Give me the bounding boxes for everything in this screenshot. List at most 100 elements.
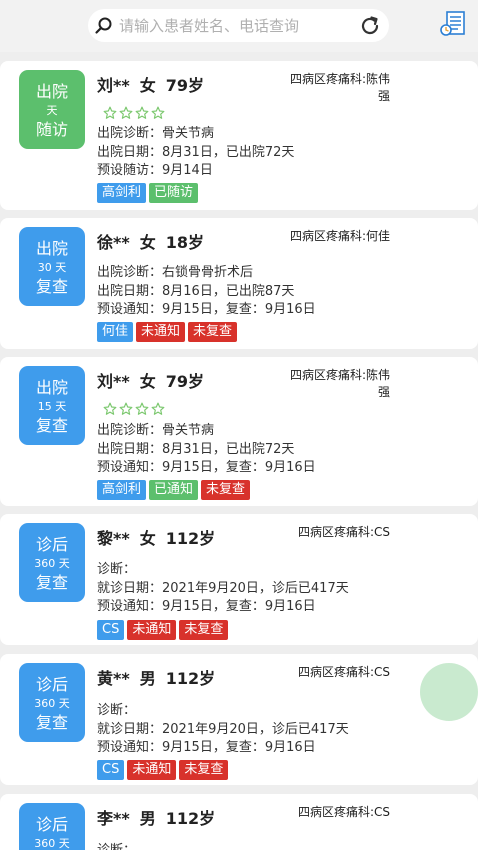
floating-action-button[interactable] <box>420 663 478 721</box>
recheck-status-tag[interactable]: 未复查 <box>188 322 238 342</box>
department-doctor: 四病区疼痛科:CS <box>297 805 390 819</box>
rating-stars[interactable] <box>103 401 167 417</box>
star-outline-icon[interactable] <box>135 402 149 416</box>
diagnosis-line: 诊断： <box>97 842 136 850</box>
badge-days: 360 天 <box>34 837 70 850</box>
doctor-tag[interactable]: 高剑利 <box>97 183 147 203</box>
patient-name: 刘** <box>97 372 130 391</box>
search-bar <box>88 9 389 42</box>
doctor-tag[interactable]: 何佳 <box>97 322 134 342</box>
star-outline-icon[interactable] <box>119 106 133 120</box>
tag-row: CS 未通知 未复查 <box>97 618 231 640</box>
diagnosis-line: 出院诊断：骨关节病 <box>97 126 215 141</box>
badge-type: 诊后 <box>35 535 68 554</box>
tag-row: 高剑利 已随访 <box>97 181 201 203</box>
doctor-tag[interactable]: CS <box>97 760 125 780</box>
patient-age: 18岁 <box>165 233 205 252</box>
patient-card[interactable]: 出院 15 天 复查 刘** 女 79岁 四病区疼痛科:陈伟强 出院诊断：骨关节病 … <box>0 357 478 506</box>
patient-info: 徐** 女 18岁 <box>97 232 214 254</box>
search-input[interactable] <box>119 13 344 38</box>
patient-card[interactable]: 出院 30 天 复查 徐** 女 18岁 四病区疼痛科:何佳 出院诊断：右锁骨骨折术… <box>0 218 478 349</box>
doctor-tag[interactable]: 高剑利 <box>97 480 147 500</box>
patient-info: 刘** 女 79岁 <box>97 371 214 393</box>
followup-badge: 出院 天 随访 <box>19 70 85 149</box>
badge-days: 30 天 <box>37 261 67 274</box>
patient-card[interactable]: 诊后 360 天 复查 李** 男 112岁 四病区疼痛科:CS 诊断： <box>0 794 478 850</box>
tag-row: 何佳 未通知 未复查 <box>97 320 240 342</box>
badge-type: 出院 <box>35 239 68 258</box>
department-doctor: 四病区疼痛科:CS <box>297 525 390 539</box>
patient-age: 112岁 <box>165 809 216 828</box>
tag-row: 高剑利 已通知 未复查 <box>97 478 253 500</box>
tag-row: CS 未通知 未复查 <box>97 758 231 780</box>
patient-age: 112岁 <box>165 669 216 688</box>
followup-badge: 诊后 360 天 复查 <box>19 803 85 850</box>
notify-status-tag[interactable]: 未通知 <box>136 322 186 342</box>
diagnosis-line: 出院诊断：骨关节病 <box>97 423 215 438</box>
star-outline-icon[interactable] <box>103 106 117 120</box>
doctor-tag[interactable]: CS <box>97 620 125 640</box>
schedule-line: 预设通知：9月15日，复查：9月16日 <box>97 302 316 317</box>
recheck-status-tag[interactable]: 未复查 <box>201 480 251 500</box>
badge-action: 复查 <box>35 277 68 296</box>
patient-card[interactable]: 诊后 360 天 复查 黎** 女 112岁 四病区疼痛科:CS 诊断： 就诊日期：… <box>0 514 478 645</box>
patient-gender: 女 <box>139 233 156 252</box>
patient-info: 李** 男 112岁 <box>97 808 225 830</box>
refresh-icon[interactable] <box>358 14 382 38</box>
star-outline-icon[interactable] <box>135 106 149 120</box>
report-icon[interactable] <box>438 10 466 40</box>
patient-gender: 男 <box>139 669 156 688</box>
date-line: 就诊日期：2021年9月20日，诊后已417天 <box>97 722 349 737</box>
search-icon[interactable] <box>94 16 114 36</box>
star-outline-icon[interactable] <box>151 106 165 120</box>
badge-days: 天 <box>46 104 58 117</box>
notify-status-tag[interactable]: 未通知 <box>127 760 177 780</box>
patient-gender: 女 <box>139 76 156 95</box>
badge-days: 360 天 <box>34 697 70 710</box>
notify-status-tag[interactable]: 未通知 <box>127 620 177 640</box>
date-line: 出院日期：8月16日，已出院87天 <box>97 284 295 299</box>
followup-badge: 诊后 360 天 复查 <box>19 663 85 742</box>
patient-info: 刘** 女 79岁 <box>97 75 214 97</box>
recheck-status-tag[interactable]: 未复查 <box>179 620 229 640</box>
notify-status-tag[interactable]: 已通知 <box>149 480 199 500</box>
patient-gender: 女 <box>139 529 156 548</box>
schedule-line: 预设通知：9月15日，复查：9月16日 <box>97 740 316 755</box>
patient-gender: 女 <box>139 372 156 391</box>
patient-name: 李** <box>97 809 130 828</box>
patient-name: 黎** <box>97 529 130 548</box>
rating-stars[interactable] <box>103 105 167 121</box>
badge-action: 复查 <box>35 573 68 592</box>
badge-action: 随访 <box>35 120 68 139</box>
badge-days: 15 天 <box>37 400 67 413</box>
patient-card[interactable]: 诊后 360 天 复查 黄** 男 112岁 四病区疼痛科:CS 诊断： 就诊日期：… <box>0 654 478 785</box>
diagnosis-line: 诊断： <box>97 562 137 577</box>
top-bar <box>0 0 478 52</box>
patient-age: 79岁 <box>165 76 205 95</box>
diagnosis-line: 出院诊断：右锁骨骨折术后 <box>97 265 254 280</box>
star-outline-icon[interactable] <box>103 402 117 416</box>
badge-action: 复查 <box>35 416 68 435</box>
badge-days: 360 天 <box>34 557 70 570</box>
star-outline-icon[interactable] <box>119 402 133 416</box>
department-doctor: 四病区疼痛科:何佳 <box>289 229 390 243</box>
patient-card[interactable]: 出院 天 随访 刘** 女 79岁 四病区疼痛科:陈伟强 出院诊断：骨关节病 出院日… <box>0 61 478 210</box>
patient-name: 徐** <box>97 233 130 252</box>
followup-badge: 出院 15 天 复查 <box>19 366 85 445</box>
schedule-line: 预设随访：9月14日 <box>97 163 213 178</box>
star-outline-icon[interactable] <box>151 402 165 416</box>
department-doctor: 四病区疼痛科:陈伟强 <box>289 72 390 103</box>
followup-badge: 出院 30 天 复查 <box>19 227 85 306</box>
diagnosis-line: 诊断： <box>97 703 137 718</box>
date-line: 出院日期：8月31日，已出院72天 <box>97 442 295 457</box>
date-line: 就诊日期：2021年9月20日，诊后已417天 <box>97 581 349 596</box>
patient-age: 79岁 <box>165 372 205 391</box>
schedule-line: 预设通知：9月15日，复查：9月16日 <box>97 599 316 614</box>
date-line: 出院日期：8月31日，已出院72天 <box>97 145 295 160</box>
followup-badge: 诊后 360 天 复查 <box>19 523 85 602</box>
status-tag[interactable]: 已随访 <box>149 183 199 203</box>
badge-type: 出院 <box>35 82 68 101</box>
recheck-status-tag[interactable]: 未复查 <box>179 760 229 780</box>
patient-info: 黎** 女 112岁 <box>97 528 225 550</box>
badge-type: 诊后 <box>35 815 68 834</box>
